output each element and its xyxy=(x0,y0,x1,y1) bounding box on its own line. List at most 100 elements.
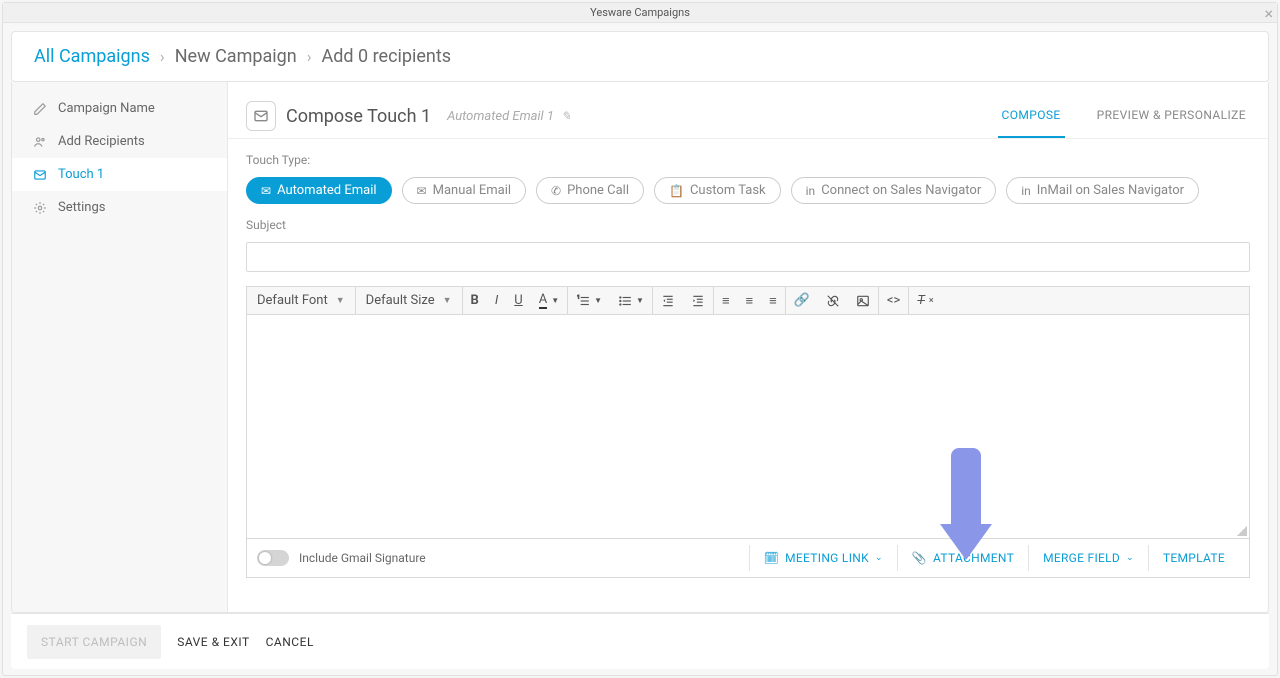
chip-automated-email[interactable]: ✉ Automated Email xyxy=(246,177,392,204)
calendar-icon: 🗓 xyxy=(764,551,780,565)
sidebar-item-label: Campaign Name xyxy=(58,101,155,116)
signature-toggle-wrap: Include Gmail Signature xyxy=(257,550,426,566)
image-button[interactable] xyxy=(848,289,878,313)
close-icon[interactable]: × xyxy=(1264,4,1273,23)
text-color-button[interactable]: A▼ xyxy=(531,287,567,314)
mail-icon: ✉ xyxy=(261,184,271,198)
unlink-button[interactable] xyxy=(818,289,848,313)
svg-text:1: 1 xyxy=(577,294,580,300)
subject-input[interactable] xyxy=(246,242,1250,272)
action-label: ATTACHMENT xyxy=(933,551,1014,565)
action-label: MERGE FIELD xyxy=(1043,551,1120,565)
chip-label: Automated Email xyxy=(277,183,376,198)
mail-icon xyxy=(32,168,48,182)
linkedin-icon: in xyxy=(1021,184,1031,198)
chevron-down-icon: ▼ xyxy=(336,295,345,306)
chip-label: Phone Call xyxy=(567,183,629,198)
bottom-bar: START CAMPAIGN SAVE & EXIT CANCEL xyxy=(11,613,1269,669)
italic-button[interactable]: I xyxy=(487,288,506,313)
chip-label: InMail on Sales Navigator xyxy=(1037,183,1184,198)
signature-label: Include Gmail Signature xyxy=(299,551,426,565)
chip-label: Manual Email xyxy=(433,183,511,198)
align-left-button[interactable]: ≡ xyxy=(714,288,738,314)
compose-tabs: COMPOSE PREVIEW & PERSONALIZE xyxy=(998,94,1251,138)
sidebar-item-touch-1[interactable]: Touch 1 xyxy=(12,158,227,191)
link-button[interactable]: 🔗 xyxy=(786,288,818,313)
outdent-button[interactable] xyxy=(653,289,683,313)
subject-section: Subject xyxy=(228,204,1268,272)
compose-subtitle: Automated Email 1 ✎ xyxy=(447,109,571,124)
sidebar-item-label: Add Recipients xyxy=(58,134,145,149)
chevron-right-icon: › xyxy=(307,47,312,66)
action-label: TEMPLATE xyxy=(1163,551,1225,565)
underline-button[interactable]: U xyxy=(506,288,530,313)
editor-textarea[interactable] xyxy=(246,315,1250,539)
chevron-down-icon: ▼ xyxy=(551,296,559,305)
compose-header: Compose Touch 1 Automated Email 1 ✎ COMP… xyxy=(228,82,1268,139)
breadcrumb-root[interactable]: All Campaigns xyxy=(34,46,150,67)
unordered-list-button[interactable]: ▼ xyxy=(610,289,652,313)
meeting-link-button[interactable]: 🗓 MEETING LINK ⌄ xyxy=(749,545,897,571)
sidebar: Campaign Name Add Recipients Touch 1 Set… xyxy=(12,82,228,612)
main: Compose Touch 1 Automated Email 1 ✎ COMP… xyxy=(228,82,1268,612)
chip-label: Custom Task xyxy=(690,183,766,198)
align-right-button[interactable]: ≡ xyxy=(761,288,785,314)
chip-inmail-sales-navigator[interactable]: in InMail on Sales Navigator xyxy=(1006,177,1199,204)
touch-type-label: Touch Type: xyxy=(246,153,1250,167)
chip-phone-call[interactable]: ✆ Phone Call xyxy=(536,177,644,204)
tab-preview[interactable]: PREVIEW & PERSONALIZE xyxy=(1093,94,1250,138)
merge-field-button[interactable]: MERGE FIELD ⌄ xyxy=(1028,545,1148,571)
sidebar-item-add-recipients[interactable]: Add Recipients xyxy=(12,125,227,158)
sidebar-item-label: Settings xyxy=(58,200,105,215)
page-title: Compose Touch 1 xyxy=(286,106,431,127)
chip-label: Connect on Sales Navigator xyxy=(821,183,981,198)
font-family-select[interactable]: Default Font ▼ xyxy=(247,288,355,313)
chip-manual-email[interactable]: ✉ Manual Email xyxy=(402,177,526,204)
edit-icon[interactable]: ✎ xyxy=(561,109,571,123)
editor-toolbar: Default Font ▼ Default Size ▼ B I U xyxy=(246,286,1250,315)
paperclip-icon: 📎 xyxy=(912,551,927,565)
breadcrumb-add-recipients: Add 0 recipients xyxy=(322,46,452,67)
chevron-down-icon: ⌄ xyxy=(1126,553,1134,563)
breadcrumb-new-campaign: New Campaign xyxy=(175,46,297,67)
chevron-down-icon: ▼ xyxy=(636,296,644,305)
bold-button[interactable]: B xyxy=(463,288,487,313)
breadcrumb: All Campaigns › New Campaign › Add 0 rec… xyxy=(11,31,1269,82)
titlebar: Yesware Campaigns × xyxy=(3,3,1277,23)
chip-custom-task[interactable]: 📋 Custom Task xyxy=(654,177,781,204)
pencil-icon xyxy=(32,102,48,116)
tab-compose[interactable]: COMPOSE xyxy=(998,94,1065,138)
chevron-down-icon: ⌄ xyxy=(875,553,883,563)
clipboard-icon: 📋 xyxy=(669,184,684,198)
sidebar-item-label: Touch 1 xyxy=(58,167,104,182)
chevron-down-icon: ▼ xyxy=(443,295,452,306)
indent-button[interactable] xyxy=(683,289,713,313)
editor-section: Default Font ▼ Default Size ▼ B I U xyxy=(228,272,1268,578)
code-view-button[interactable]: <> xyxy=(879,288,908,313)
compose-subtitle-text: Automated Email 1 xyxy=(447,109,554,124)
sidebar-item-campaign-name[interactable]: Campaign Name xyxy=(12,92,227,125)
phone-icon: ✆ xyxy=(551,184,561,198)
compose-header-left: Compose Touch 1 Automated Email 1 ✎ xyxy=(246,101,571,131)
font-size-select[interactable]: Default Size ▼ xyxy=(356,288,462,313)
clear-formatting-button[interactable]: T× xyxy=(909,288,941,313)
save-exit-button[interactable]: SAVE & EXIT xyxy=(177,635,249,649)
app-window: Yesware Campaigns × All Campaigns › New … xyxy=(2,2,1278,676)
template-button[interactable]: TEMPLATE xyxy=(1148,545,1239,571)
chevron-right-icon: › xyxy=(160,47,165,66)
mail-icon xyxy=(246,101,276,131)
start-campaign-button: START CAMPAIGN xyxy=(27,625,161,659)
ordered-list-button[interactable]: 1 ▼ xyxy=(568,289,610,313)
sidebar-item-settings[interactable]: Settings xyxy=(12,191,227,224)
font-family-label: Default Font xyxy=(257,293,328,308)
footer-actions: 🗓 MEETING LINK ⌄ 📎 ATTACHMENT MERGE FIEL… xyxy=(749,545,1239,571)
mail-icon: ✉ xyxy=(417,184,427,198)
attachment-button[interactable]: 📎 ATTACHMENT xyxy=(897,545,1028,571)
align-center-button[interactable]: ≡ xyxy=(738,288,762,314)
cancel-button[interactable]: CANCEL xyxy=(266,635,314,649)
touch-type-chips: ✉ Automated Email ✉ Manual Email ✆ Phone… xyxy=(246,177,1250,204)
signature-toggle[interactable] xyxy=(257,550,289,566)
chevron-down-icon: ▼ xyxy=(594,296,602,305)
gear-icon xyxy=(32,201,48,215)
chip-connect-sales-navigator[interactable]: in Connect on Sales Navigator xyxy=(791,177,997,204)
